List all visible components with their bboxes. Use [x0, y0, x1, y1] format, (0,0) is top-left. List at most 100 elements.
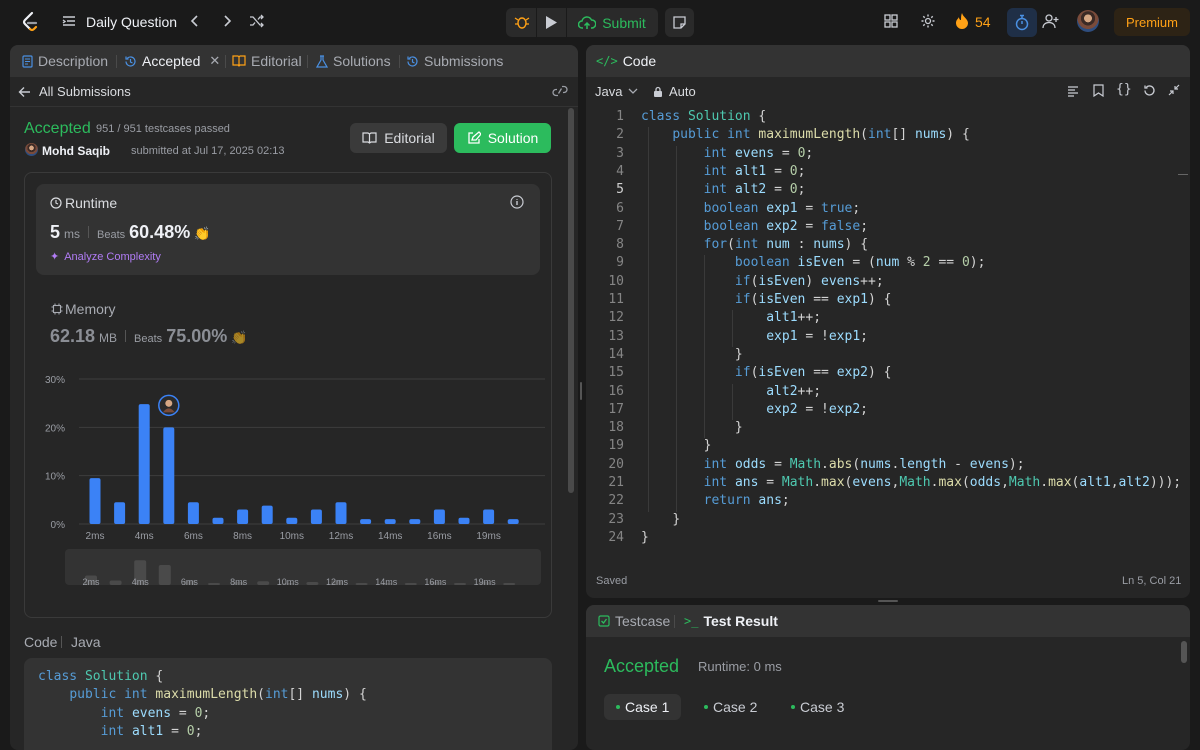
chart-bar	[409, 519, 421, 524]
chart-bar	[360, 519, 372, 524]
format-icon[interactable]	[1067, 85, 1079, 100]
daily-question-title[interactable]: Daily Question	[86, 14, 177, 30]
chart-bar	[114, 502, 126, 524]
code-line[interactable]: int evens = 0;	[641, 146, 814, 161]
code-line[interactable]: boolean isEven = (num % 2 == 0);	[641, 255, 986, 270]
add-friend-icon[interactable]	[1042, 13, 1060, 33]
debug-icon[interactable]	[514, 14, 530, 33]
reset-icon[interactable]	[1143, 84, 1156, 100]
tab-testcase[interactable]: Testcase	[598, 613, 670, 629]
tab-testcase-label: Testcase	[615, 613, 671, 629]
case-label: Case 2	[713, 699, 758, 715]
overview-bar	[404, 583, 417, 585]
overview-bar	[257, 581, 270, 585]
auto-mode[interactable]: Auto	[653, 84, 696, 99]
streak-flame-icon[interactable]	[955, 12, 969, 34]
case-tab-2[interactable]: Case 2	[692, 694, 769, 720]
tab-solutions[interactable]: Solutions	[316, 53, 391, 69]
prev-problem-icon[interactable]	[190, 14, 200, 32]
flask-icon	[316, 54, 328, 68]
line-number: 1	[616, 109, 624, 124]
tab-description[interactable]: Description	[22, 53, 108, 69]
code-line[interactable]: if(isEven == exp1) {	[641, 292, 892, 307]
submit-button[interactable]: Submit	[566, 8, 658, 37]
bookmark-icon[interactable]	[1093, 84, 1104, 100]
code-line[interactable]: }	[641, 420, 743, 435]
collapse-icon[interactable]	[1168, 84, 1180, 99]
code-line[interactable]: int odds = Math.abs(nums.length - evens)…	[641, 457, 1025, 472]
code-line[interactable]: int alt1 = 0;	[641, 164, 806, 179]
tab-description-label: Description	[38, 53, 109, 69]
line-number: 9	[616, 255, 624, 271]
runtime-distribution-chart[interactable]: 30% 20% 10% 0% 2ms 4ms 6ms 8ms 10ms 12ms 14ms 16ms 1…	[25, 306, 551, 591]
streak-count[interactable]: 54	[975, 14, 991, 30]
runtime-card[interactable]: Runtime 5 ms Beats 60.48% 👏 ✦ Analyze Co…	[36, 184, 540, 275]
line-number: 21	[608, 475, 624, 490]
user-avatar[interactable]	[1077, 10, 1099, 32]
overview-bar	[208, 583, 220, 585]
indent-guide	[732, 310, 733, 347]
result-scrollbar[interactable]	[1181, 641, 1187, 663]
panel-resize-handle[interactable]	[580, 382, 582, 400]
leetcode-logo[interactable]	[20, 11, 40, 33]
close-tab-icon[interactable]: ✕	[209, 53, 220, 69]
chart-bar[interactable]	[163, 427, 175, 524]
tab-submissions[interactable]: Submissions	[406, 53, 503, 69]
all-submissions-link[interactable]: All Submissions	[18, 84, 131, 99]
tab-submissions-label: Submissions	[424, 53, 504, 69]
editorial-button[interactable]: Editorial	[350, 123, 447, 153]
sparkle-icon: ✦	[50, 251, 60, 263]
case-tab-3[interactable]: Case 3	[779, 694, 856, 720]
preview-code-line: int alt1 = 0;	[100, 723, 203, 739]
problem-list-icon[interactable]	[62, 14, 76, 32]
braces-icon[interactable]: {}	[1116, 82, 1132, 97]
run-icon[interactable]	[544, 15, 558, 33]
code-line[interactable]: public int maximumLength(int[] nums) {	[641, 127, 969, 142]
next-problem-icon[interactable]	[222, 14, 232, 32]
x-tick-label: 8ms	[233, 531, 252, 542]
code-line[interactable]: class Solution {	[641, 109, 766, 124]
language-select[interactable]: Java	[595, 84, 638, 99]
info-icon[interactable]	[510, 195, 524, 212]
preview-code-line: int evens = 0;	[100, 705, 211, 721]
chart-bar	[237, 509, 249, 524]
case-tab-1[interactable]: Case 1	[604, 694, 682, 720]
layout-icon[interactable]	[884, 14, 898, 32]
code-line[interactable]: }	[641, 512, 680, 527]
analyze-complexity-link[interactable]: ✦ Analyze Complexity	[50, 250, 161, 264]
code-line[interactable]: if(isEven) evens++;	[641, 274, 884, 289]
left-scrollbar[interactable]	[568, 108, 574, 493]
notes-button[interactable]	[665, 8, 694, 37]
code-line[interactable]: }	[641, 347, 743, 362]
tab-editorial[interactable]: Editorial	[232, 53, 302, 69]
line-number: 4	[616, 163, 624, 179]
code-panel: </> Code Java Auto {} 1 class Solution { 2…	[586, 45, 1190, 598]
vertical-resize-handle[interactable]	[878, 600, 898, 602]
timer-button[interactable]	[1007, 8, 1037, 37]
submitted-code-preview[interactable]: class Solution { public int maximumLengt…	[24, 658, 552, 750]
code-line[interactable]: int ans = Math.max(evens,Math.max(odds,M…	[641, 475, 1182, 490]
share-link-icon[interactable]	[552, 85, 568, 100]
y-tick-label: 20%	[45, 423, 65, 434]
tab-accepted[interactable]: Accepted ✕	[124, 53, 220, 69]
cloud-upload-icon	[578, 15, 597, 29]
code-line[interactable]: boolean exp1 = true;	[641, 201, 861, 216]
premium-button[interactable]: Premium	[1114, 8, 1190, 36]
solution-button[interactable]: Solution	[454, 123, 551, 153]
value-divider	[88, 226, 90, 238]
overview-bar	[355, 583, 368, 585]
code-line[interactable]: return ans;	[641, 493, 790, 508]
submitter-name[interactable]: Mohd Saqib	[42, 144, 110, 158]
language-value: Java	[595, 84, 623, 99]
code-editor[interactable]: 1 class Solution {2 public int maximumLen…	[586, 107, 1190, 557]
overview-bar	[454, 583, 466, 585]
code-line[interactable]: if(isEven == exp2) {	[641, 365, 892, 380]
line-number: 8	[616, 237, 624, 253]
code-line[interactable]: int alt2 = 0;	[641, 182, 806, 197]
shuffle-icon[interactable]	[249, 14, 265, 32]
tab-test-result[interactable]: >_ Test Result	[684, 613, 778, 629]
settings-gear-icon[interactable]	[920, 13, 936, 33]
runtime-label: Runtime	[65, 195, 118, 211]
tab-code[interactable]: </> Code	[596, 53, 656, 69]
code-line[interactable]: }	[641, 530, 649, 545]
